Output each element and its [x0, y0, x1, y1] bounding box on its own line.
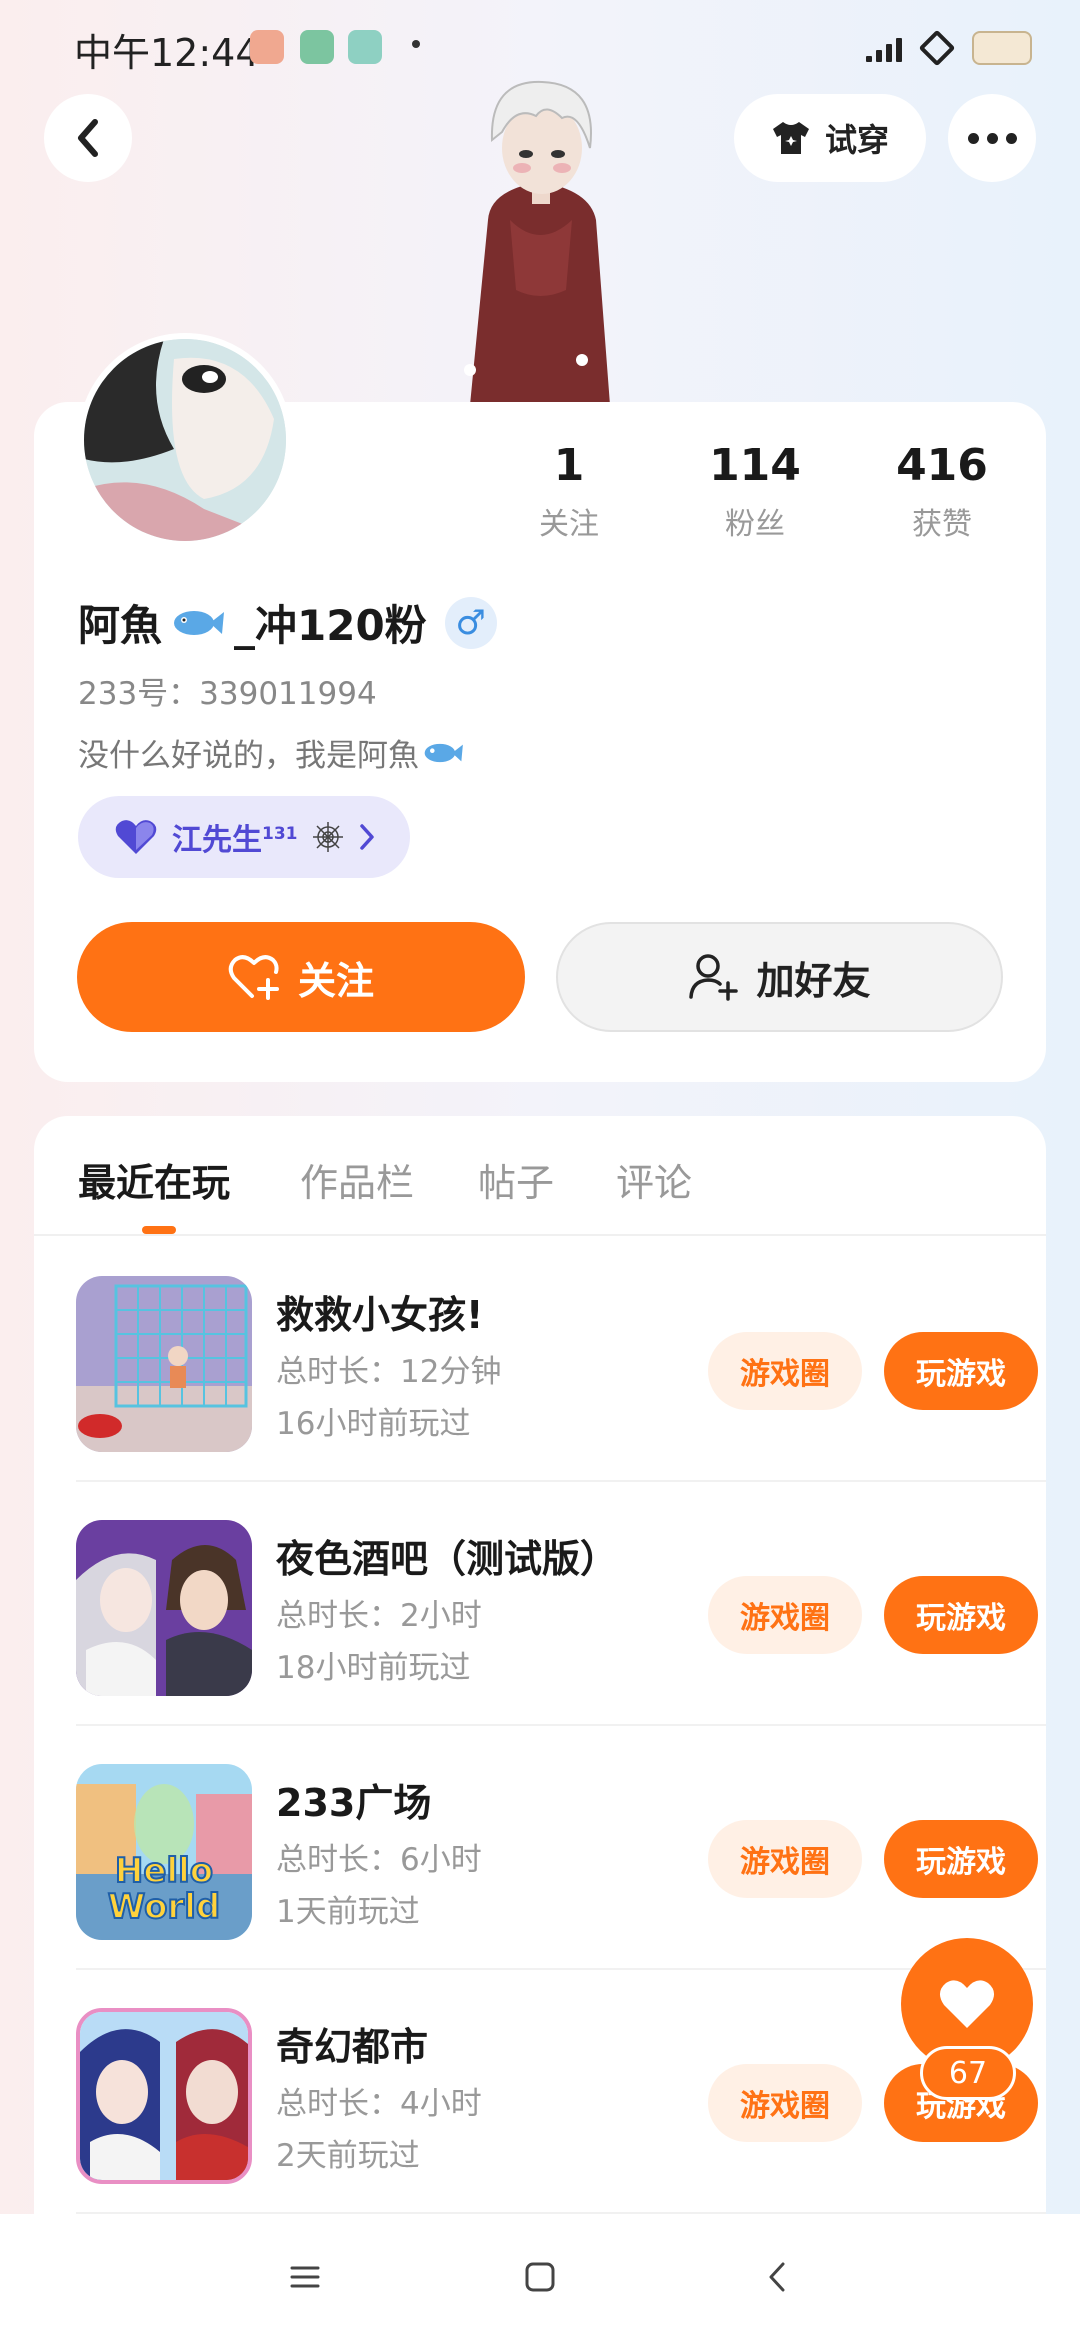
followers-label: 粉丝: [725, 507, 785, 542]
username-row: 阿魚 _冲120粉 ♂: [78, 592, 497, 653]
game-row[interactable]: 夜色酒吧（测试版） 总时长：2小时 18小时前玩过 游戏圈 玩游戏: [76, 1482, 1046, 1726]
notification-more-dot: [412, 40, 420, 48]
heart-icon: [939, 1980, 995, 2028]
back-button[interactable]: [44, 94, 132, 182]
couple-name: 江先生131: [172, 823, 298, 858]
heart-icon: [115, 820, 157, 854]
back-chevron-icon: [769, 2262, 785, 2292]
world-text: World: [108, 1887, 220, 1927]
play-game-button[interactable]: 玩游戏: [884, 1576, 1038, 1654]
chevron-left-icon: [78, 119, 98, 157]
user-plus-icon: [689, 954, 739, 1001]
stat-likes[interactable]: 416 获赞: [862, 440, 1022, 543]
game-title: 奇幻都市: [276, 2025, 429, 2069]
game-title: 救救小女孩!: [276, 1293, 484, 1337]
username-suffix: _冲120粉: [234, 601, 427, 650]
couple-badge[interactable]: 江先生131: [78, 796, 410, 878]
game-icon: [76, 1276, 252, 1452]
tab-active-indicator: [142, 1226, 176, 1234]
likes-label: 获赞: [912, 507, 972, 542]
following-label: 关注: [539, 507, 599, 542]
game-last-played: 16小时前玩过: [276, 1406, 471, 1442]
home-square-icon: [525, 2262, 555, 2292]
add-friend-button[interactable]: 加好友: [556, 922, 1003, 1032]
follow-label: 关注: [297, 958, 374, 1003]
nav-menu-button[interactable]: [280, 2252, 330, 2302]
try-on-label: 试穿: [824, 121, 889, 159]
couple-level: 131: [262, 824, 298, 844]
avatar-3d-figure[interactable]: [450, 70, 630, 405]
menu-icon: [290, 2266, 320, 2288]
game-last-played: 1天前玩过: [276, 1894, 420, 1930]
follow-button[interactable]: 关注: [77, 922, 525, 1032]
game-circle-button[interactable]: 游戏圈: [708, 2064, 862, 2142]
notification-app-icon-2: [300, 30, 334, 64]
game-circle-button[interactable]: 游戏圈: [708, 1820, 862, 1898]
male-icon: ♂: [444, 596, 497, 649]
play-game-button[interactable]: 玩游戏: [884, 1820, 1038, 1898]
heart-plus-icon: [228, 955, 279, 1000]
fish-emoji-icon: [174, 610, 225, 635]
notification-app-icon-3: [348, 30, 382, 64]
nav-back-button[interactable]: [752, 2252, 802, 2302]
game-title: 夜色酒吧（测试版）: [276, 1537, 619, 1581]
tab-bar: 最近在玩 作品栏 帖子 评论: [34, 1116, 1046, 1236]
content-card: 最近在玩 作品栏 帖子 评论 救救小女孩! 总时长：12分钟 16小时前玩过 游…: [34, 1116, 1046, 2256]
play-game-button[interactable]: 玩游戏: [884, 1332, 1038, 1410]
tab-works[interactable]: 作品栏: [300, 1152, 414, 1207]
tab-posts[interactable]: 帖子: [478, 1152, 554, 1207]
game-title: 233广场: [276, 1781, 432, 1825]
tshirt-icon: [772, 122, 809, 154]
tab-recently-played[interactable]: 最近在玩: [78, 1152, 230, 1207]
nav-home-button[interactable]: [515, 2252, 565, 2302]
game-circle-button[interactable]: 游戏圈: [708, 1332, 862, 1410]
game-duration: 总时长：4小时: [276, 2086, 482, 2122]
wifi-icon: [918, 29, 956, 67]
tab-comments[interactable]: 评论: [616, 1152, 692, 1207]
game-icon: Hello World: [76, 1764, 252, 1940]
game-duration: 总时长：6小时: [276, 1842, 482, 1878]
game-last-played: 2天前玩过: [276, 2138, 420, 2174]
try-on-button[interactable]: 试穿: [734, 94, 926, 182]
fish-emoji-icon: [424, 743, 463, 762]
more-options-button[interactable]: [948, 94, 1036, 182]
following-count: 1: [553, 440, 585, 491]
hello-text: Hello: [115, 1851, 213, 1891]
game-circle-button[interactable]: 游戏圈: [708, 1576, 862, 1654]
bio-text: 没什么好说的，我是阿魚: [78, 738, 419, 774]
user-id: 233号：339011994: [78, 676, 377, 712]
stat-followers[interactable]: 114 粉丝: [675, 440, 835, 543]
followers-count: 114: [709, 440, 801, 491]
like-count-badge: 67: [920, 2046, 1016, 2100]
spider-web-icon: [312, 822, 343, 852]
system-nav-bar: [0, 2214, 1080, 2340]
username-prefix: 阿魚: [78, 601, 163, 650]
game-duration: 总时长：12分钟: [276, 1354, 502, 1390]
avatar-image: [84, 339, 286, 541]
stat-following[interactable]: 1 关注: [489, 440, 649, 543]
signal-icon: [866, 34, 902, 62]
status-time: 中午12:44: [74, 31, 260, 75]
likes-count: 416: [896, 440, 988, 491]
game-icon: [76, 2008, 252, 2184]
add-friend-label: 加好友: [756, 958, 871, 1003]
game-row[interactable]: 救救小女孩! 总时长：12分钟 16小时前玩过 游戏圈 玩游戏: [76, 1238, 1046, 1482]
game-duration: 总时长：2小时: [276, 1598, 482, 1634]
battery-icon: [972, 31, 1032, 65]
more-dots-icon: [967, 132, 979, 144]
user-bio: 没什么好说的，我是阿魚: [78, 730, 463, 775]
game-last-played: 18小时前玩过: [276, 1650, 471, 1686]
status-indicators: [866, 28, 1032, 68]
game-icon: [76, 1520, 252, 1696]
notification-app-icon-1: [250, 30, 284, 64]
chevron-right-icon: [360, 824, 374, 850]
game-row[interactable]: Hello World 233广场 总时长：6小时 1天前玩过 游戏圈 玩游戏: [76, 1726, 1046, 1970]
profile-avatar[interactable]: [78, 333, 292, 547]
